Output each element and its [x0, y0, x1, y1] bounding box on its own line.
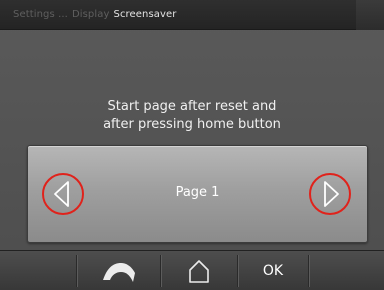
titlebar-edge [356, 0, 384, 30]
home-button[interactable] [161, 251, 237, 290]
screensaver-settings-screen: Settings ... Display Screensaver Start p… [0, 0, 384, 290]
home-icon [189, 260, 209, 283]
breadcrumb-settings[interactable]: Settings ... [13, 9, 68, 20]
bottom-toolbar: OK [0, 250, 384, 290]
setting-description-line-2: after pressing home button [103, 117, 281, 132]
setting-description: Start page after reset and after pressin… [0, 98, 384, 134]
start-page-selector: Page 1 [27, 145, 368, 243]
next-page-button[interactable] [309, 172, 351, 216]
breadcrumb-current: Screensaver [113, 9, 177, 20]
ok-button[interactable]: OK [238, 251, 308, 290]
setting-description-line-1: Start page after reset and [107, 99, 277, 114]
breadcrumb: Settings ... Display Screensaver [0, 0, 384, 30]
breadcrumb-display[interactable]: Display [72, 9, 110, 20]
ok-button-label: OK [262, 263, 284, 279]
toolbar-divider [308, 255, 309, 287]
back-arrow-icon [102, 263, 135, 282]
highlight-circle-right [309, 173, 351, 215]
back-button[interactable] [77, 251, 160, 290]
